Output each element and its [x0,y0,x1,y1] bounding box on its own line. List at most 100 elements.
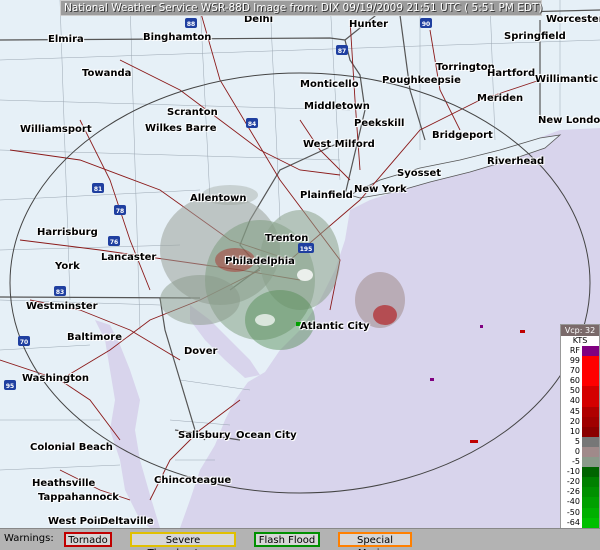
city-label: Salisbury [178,430,231,441]
city-label: Tappahannock [38,492,119,503]
city-label: York [55,261,80,272]
special-marine-warning-label: Special Marine [356,535,394,550]
legend-color-swatch [582,366,599,377]
legend-color-swatch [582,457,599,468]
legend-row: -10 [561,467,599,478]
city-label: Wilkes Barre [145,123,217,134]
legend-row: 50 [561,386,599,397]
shield-i76: 76 [108,236,120,246]
shield-i90: 90 [420,18,432,28]
image-title: National Weather Service WSR-88D Image f… [60,0,542,16]
legend-row-label: 45 [569,406,580,416]
legend-row: -50 [561,507,599,518]
legend-color-swatch [582,376,599,387]
legend-color-swatch [582,396,599,407]
legend-row-label: 99 [569,356,580,366]
city-label: Towanda [82,68,132,79]
legend-row-label: -26 [566,487,580,497]
city-label: Hartford [487,68,536,79]
city-label: New London [538,115,600,126]
legend-row: 70 [561,366,599,377]
legend-units: KTS [572,336,588,345]
city-label: Plainfield [300,190,353,201]
tornado-warning-button[interactable]: Tornado [64,532,112,547]
legend-row-label: -10 [566,467,580,477]
severe-thunderstorm-warning-button[interactable]: Severe Thunderstorm [130,532,236,550]
radar-frame: 88 90 87 84 81 78 76 195 83 70 95 Delhi … [0,0,600,550]
shield-i83-label: 83 [56,289,64,296]
city-label: Colonial Beach [30,442,113,453]
legend-row: -20 [561,477,599,488]
city-label: Willimantic [535,74,599,85]
city-label: Atlantic City [300,321,370,332]
legend-row-label: 5 [574,436,580,446]
city-label: Westminster [26,301,98,312]
shield-i84-label: 84 [248,121,256,128]
legend-vcp: Vcp: 32 [561,325,599,336]
legend-color-swatch [582,386,599,397]
severe-thunderstorm-warning-label: Severe Thunderstorm [148,535,219,550]
city-label: Baltimore [67,332,123,343]
legend-row: 60 [561,376,599,387]
legend-row-label: -20 [566,477,580,487]
shield-i195: 195 [298,243,314,253]
shield-i81-label: 81 [94,186,102,193]
legend-row: 40 [561,396,599,407]
city-label: Lancaster [101,252,157,263]
legend-color-swatch [582,426,599,437]
city-label: Williamsport [20,124,92,135]
city-label: Syosset [397,168,442,179]
legend-row-label: 20 [569,416,580,426]
city-label: Chincoteague [154,475,232,486]
legend-color-swatch [582,406,599,417]
special-marine-warning-button[interactable]: Special Marine [338,532,412,550]
legend-row-label: RF [569,346,580,355]
shield-i70: 70 [18,336,30,346]
shield-i95: 95 [4,380,16,390]
city-label: Philadelphia [225,256,295,267]
city-label: Dover [184,346,218,357]
legend-row-label: 70 [569,366,580,376]
city-label: Bridgeport [432,130,493,141]
city-label: Ocean City [236,430,297,441]
shield-i81: 81 [92,183,104,193]
legend-row-label: 10 [569,426,580,436]
city-label: Hunter [349,19,389,30]
shield-i87: 87 [336,45,348,55]
legend-row: -64 [561,517,599,528]
city-label: Riverhead [487,156,545,167]
shield-i195-label: 195 [300,246,313,253]
legend-row-label: 60 [569,376,580,386]
velocity-legend: Vcp: 32 KTS RF 99 70 60 50 40 45 20 10 5 0 -5 -10 -20… [560,324,600,548]
legend-color-swatch [582,517,599,528]
city-label: Peekskill [354,118,405,129]
shield-i95-label: 95 [6,383,14,390]
legend-row: 0 [561,446,599,458]
city-label: Elmira [48,34,84,45]
city-label: Washington [22,373,89,384]
legend-color-swatch [582,467,599,478]
legend-row: -40 [561,497,599,508]
city-label: New York [354,184,407,195]
legend-color-swatch [582,356,599,367]
legend-row: 20 [561,416,599,427]
city-label: Deltaville [100,516,154,527]
legend-color-swatch [582,477,599,488]
legend-color-swatch [582,497,599,508]
shield-i76-label: 76 [110,239,118,246]
city-label: Torrington [436,62,495,73]
city-label: Heathsville [32,478,96,489]
city-label: Poughkeepsie [382,75,461,86]
shield-i70-label: 70 [20,339,28,346]
city-label: Trenton [265,233,309,244]
flash-flood-warning-button[interactable]: Flash Flood [254,532,320,547]
city-label: Monticello [300,79,359,90]
shield-i88-label: 88 [187,21,195,28]
legend-row-label: -64 [566,517,580,527]
shield-i78: 78 [114,205,126,215]
legend-row-label: -40 [566,497,580,507]
legend-row: 45 [561,406,599,417]
shield-i87-label: 87 [338,48,346,55]
legend-row: -26 [561,487,599,498]
legend-color-swatch [582,416,599,427]
